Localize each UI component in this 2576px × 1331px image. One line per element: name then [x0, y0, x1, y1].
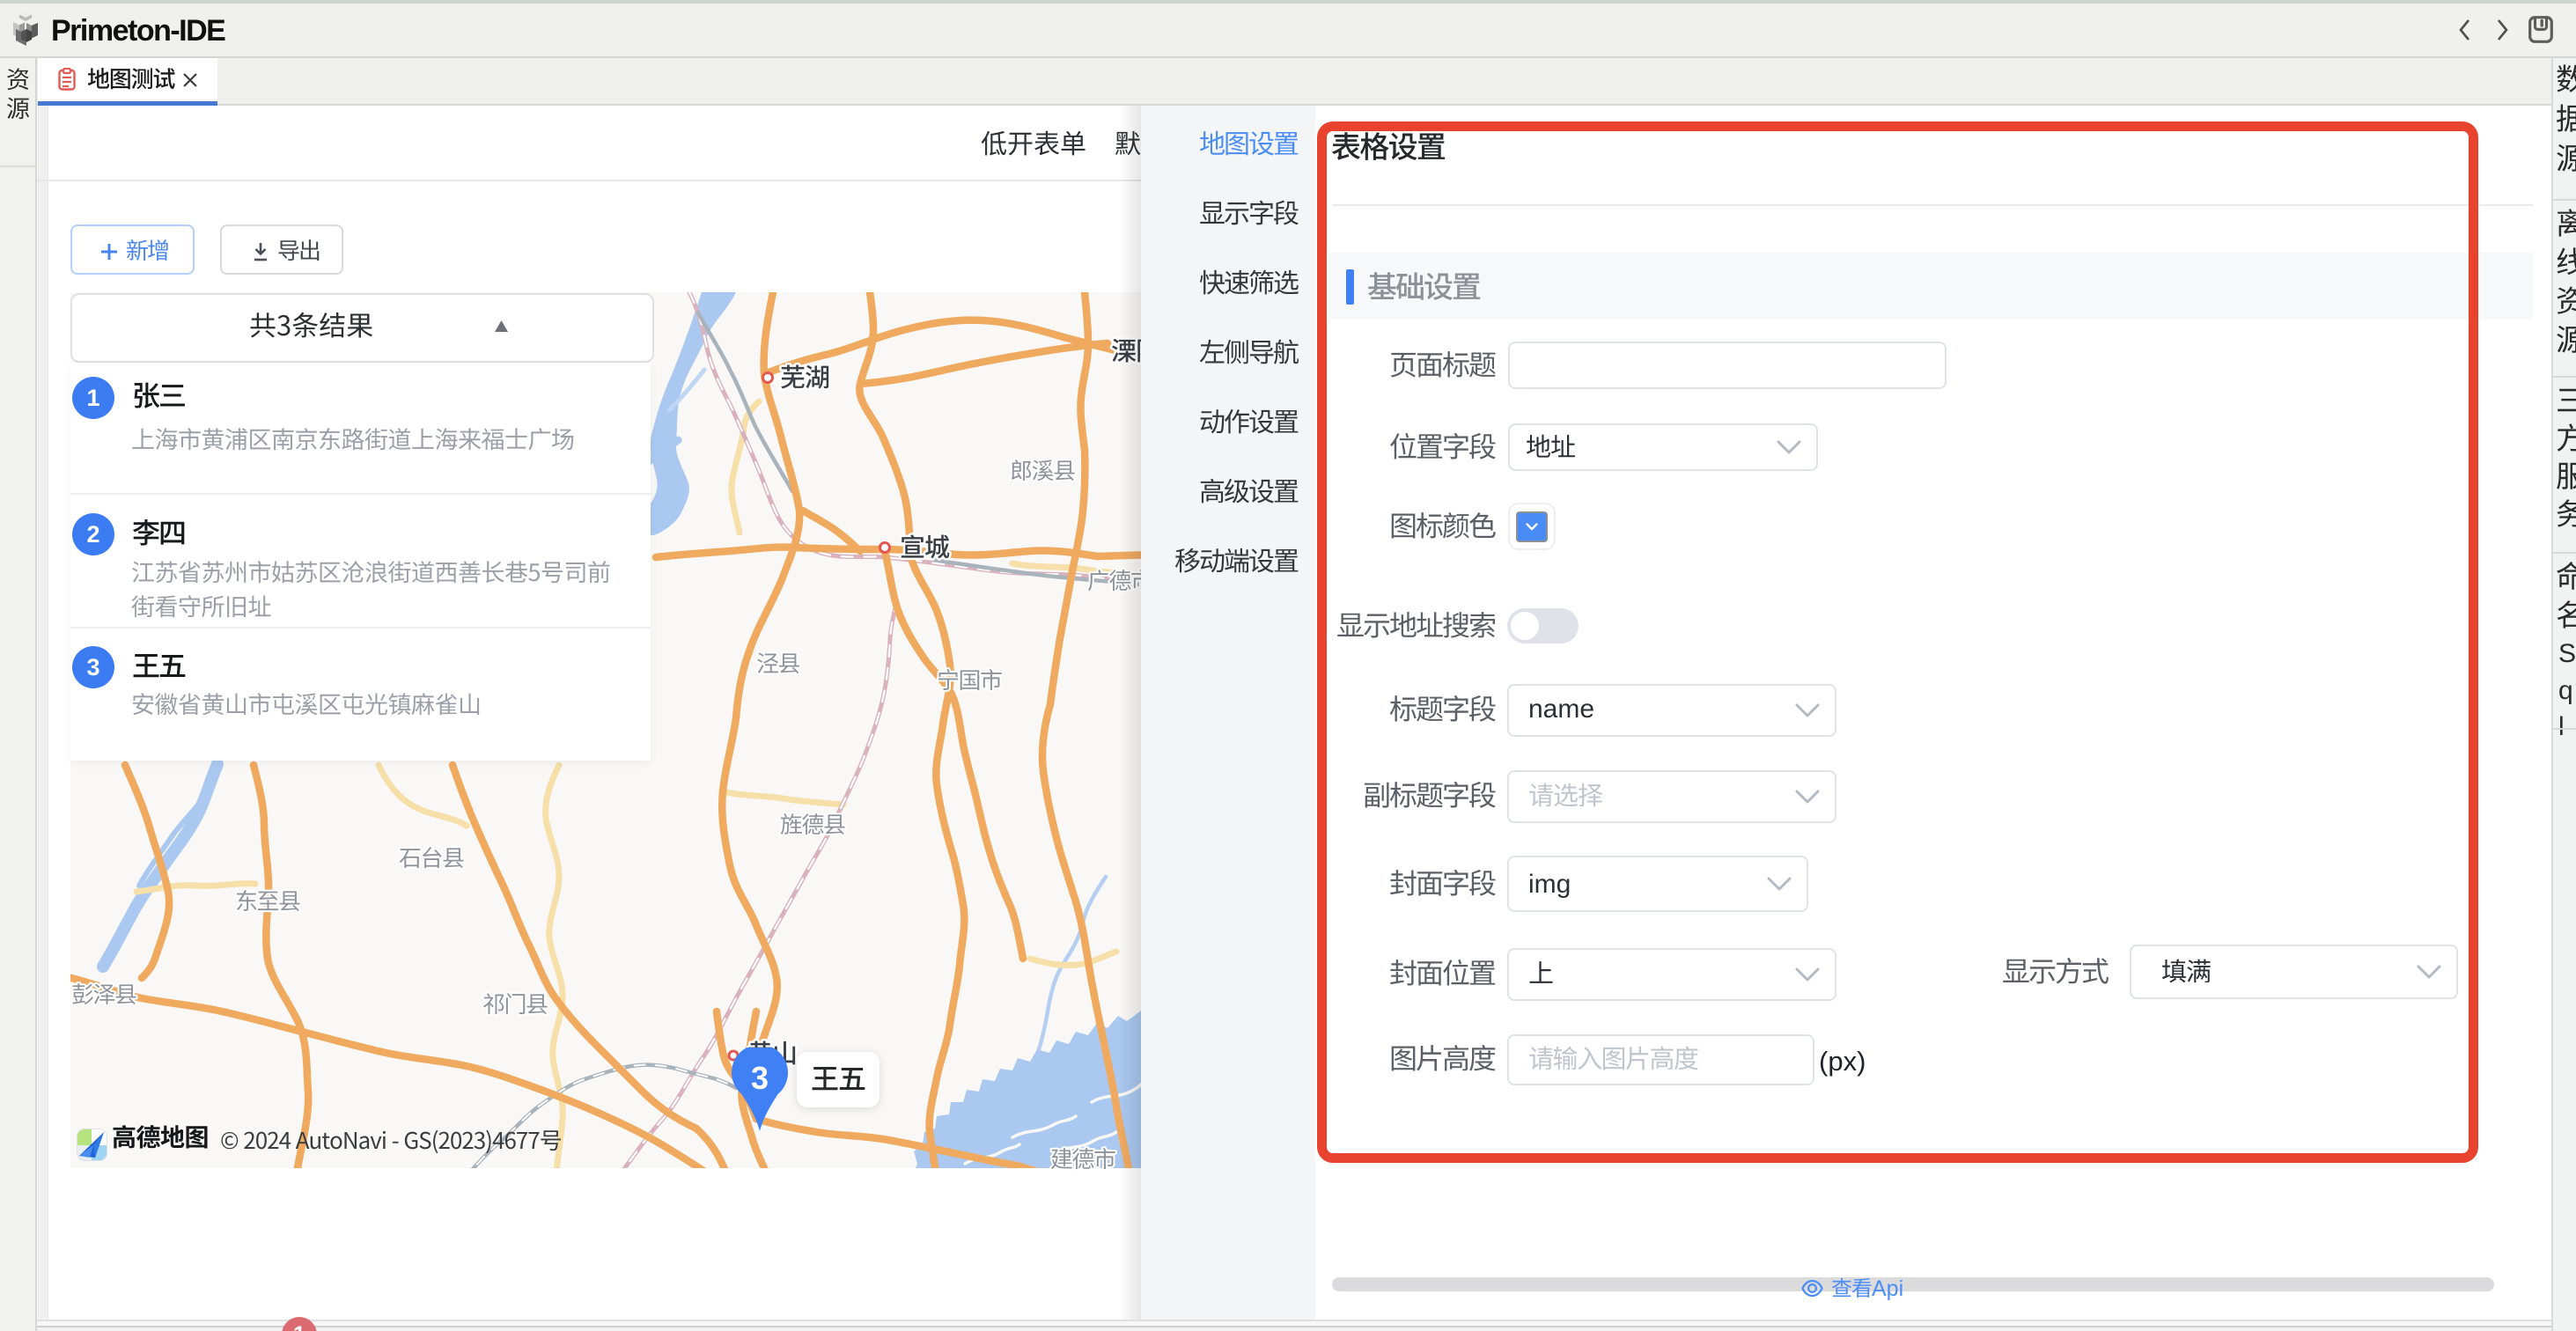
svg-text:3: 3 [751, 1060, 769, 1096]
